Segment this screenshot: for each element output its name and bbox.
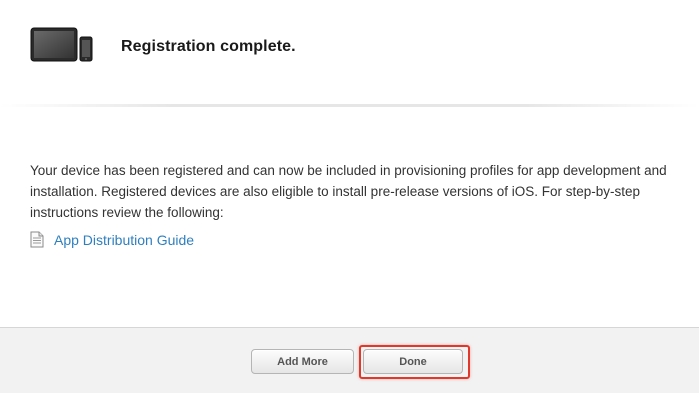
registration-description: Your device has been registered and can … <box>30 163 667 220</box>
done-button[interactable]: Done <box>363 349 463 374</box>
header: Registration complete. <box>0 0 699 107</box>
page-title: Registration complete. <box>121 38 296 55</box>
devices-icon <box>30 27 93 62</box>
document-icon <box>30 231 44 248</box>
add-more-button[interactable]: Add More <box>251 349 354 374</box>
app-distribution-guide-link[interactable]: App Distribution Guide <box>30 231 194 248</box>
footer-bar: Add More Done <box>0 327 699 393</box>
header-divider <box>0 104 699 107</box>
guide-link-label: App Distribution Guide <box>54 231 195 248</box>
registration-complete-page: Registration complete. Your device has b… <box>0 0 699 393</box>
